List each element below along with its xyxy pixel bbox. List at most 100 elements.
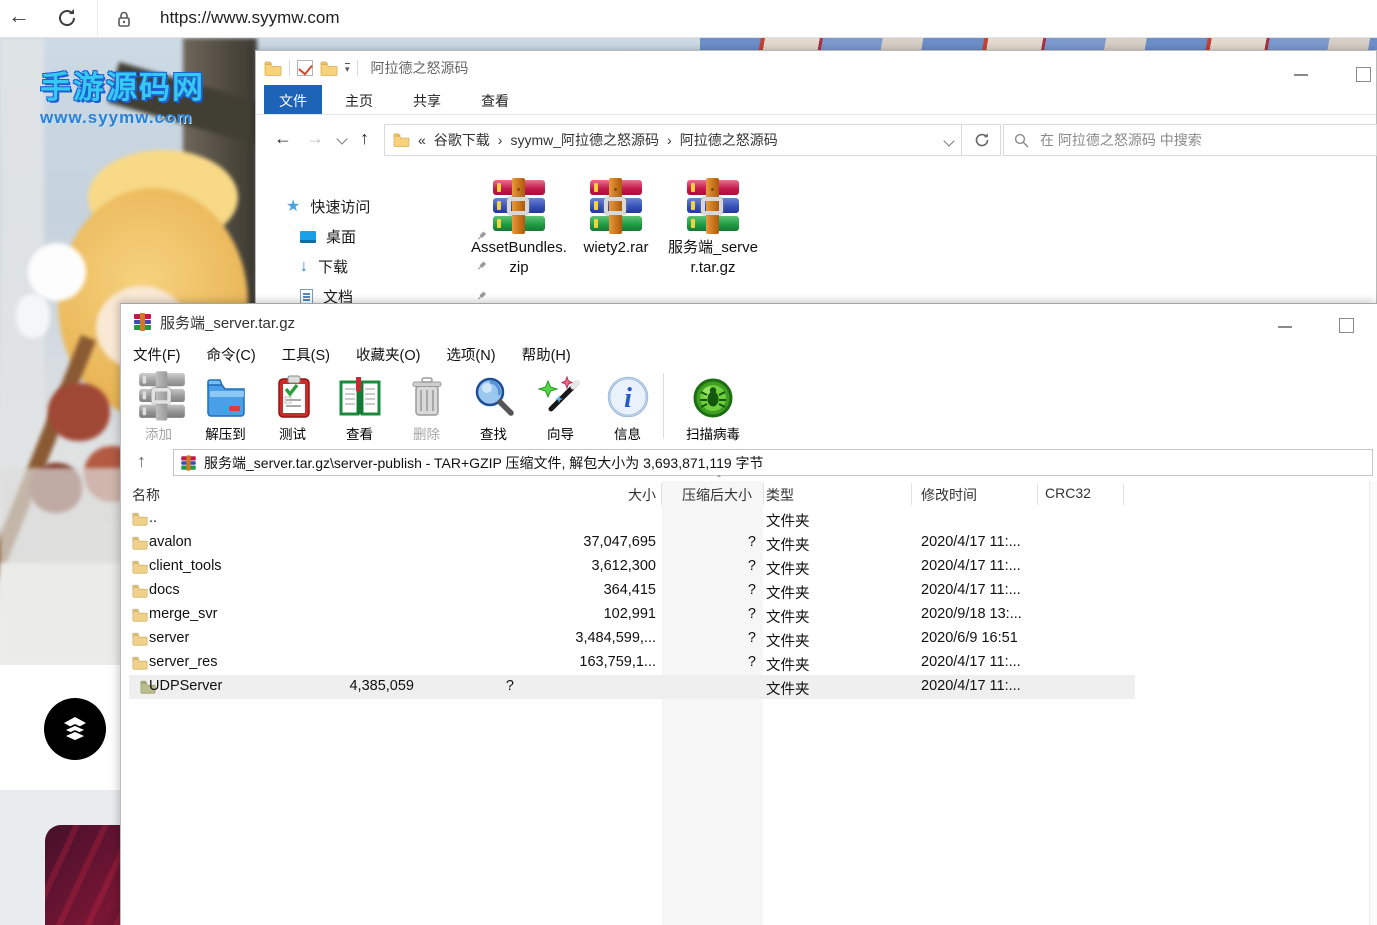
tab-view[interactable]: 查看 <box>464 85 526 114</box>
view-icon <box>336 373 384 421</box>
test-icon <box>269 373 317 421</box>
sidebar-item-desktop[interactable]: 桌面 <box>300 226 480 247</box>
extract-to-icon <box>202 373 250 421</box>
browser-refresh-icon[interactable] <box>56 7 78 34</box>
nav-forward-icon[interactable]: → <box>306 128 324 149</box>
scan-virus-button[interactable]: 扫描病毒 <box>670 369 756 443</box>
tab-share[interactable]: 共享 <box>396 85 458 114</box>
winrar-window: 服务端_server.tar.gz 文件(F) 命令(C) 工具(S) 收藏夹(… <box>120 303 1377 925</box>
breadcrumb-item[interactable]: syymw_阿拉德之怒源码 <box>510 130 659 150</box>
menu-options[interactable]: 选项(N) <box>446 344 495 365</box>
winrar-up-icon[interactable]: ↑ <box>137 451 146 472</box>
address-dropdown-chevron-icon[interactable] <box>943 135 954 146</box>
cell-modified: 2020/4/17 11:... <box>921 654 1021 670</box>
file-label: 服务端_server.tar.gz <box>665 238 761 278</box>
menu-tools[interactable]: 工具(S) <box>282 344 330 365</box>
menu-favorites[interactable]: 收藏夹(O) <box>356 344 420 365</box>
delete-button[interactable]: 删除 <box>393 369 460 443</box>
file-server-targz[interactable]: 服务端_server.tar.gz <box>665 180 761 278</box>
file-wiety2-rar[interactable]: wiety2.rar <box>568 180 664 258</box>
column-header-type[interactable]: 类型 <box>766 485 794 505</box>
table-row[interactable]: server_res 163,759,1... ? 文件夹 2020/4/17 … <box>121 651 1377 675</box>
explorer-titlebar[interactable]: ▾ 阿拉德之怒源码 <box>256 51 1376 85</box>
nav-up-icon[interactable]: ↑ <box>360 128 369 149</box>
browser-address-bar[interactable]: https://www.syymw.com <box>97 0 1377 38</box>
table-row[interactable]: client_tools 3,612,300 ? 文件夹 2020/4/17 1… <box>121 555 1377 579</box>
wizard-button[interactable]: 向导 <box>527 369 594 443</box>
breadcrumb-separator: › <box>498 132 503 148</box>
cell-name: server <box>149 630 189 646</box>
folder-icon <box>132 608 148 626</box>
sidebar-item-quick-access[interactable]: ★ 快速访问 <box>286 196 370 217</box>
breadcrumb-home-glyph[interactable]: « <box>418 132 426 148</box>
breadcrumb-item-current[interactable]: 阿拉德之怒源码 <box>680 130 778 150</box>
search-input[interactable] <box>1038 131 1338 149</box>
nav-history-chevron-icon[interactable] <box>336 133 347 144</box>
extract-to-button[interactable]: 解压到 <box>192 369 259 443</box>
toolbar-dropdown-icon[interactable]: ▾ <box>345 63 350 73</box>
winrar-menubar: 文件(F) 命令(C) 工具(S) 收藏夹(O) 选项(N) 帮助(H) <box>121 340 1377 369</box>
menu-file[interactable]: 文件(F) <box>133 344 181 365</box>
winrar-titlebar[interactable]: 服务端_server.tar.gz <box>121 304 1377 340</box>
explorer-window-title: 阿拉德之怒源码 <box>371 58 469 78</box>
tab-home[interactable]: 主页 <box>328 85 390 114</box>
rar-archive-icon <box>492 180 546 232</box>
menu-help[interactable]: 帮助(H) <box>522 344 571 365</box>
table-row[interactable]: merge_svr 102,991 ? 文件夹 2020/9/18 13:... <box>121 603 1377 627</box>
scrollbar-track[interactable] <box>1369 481 1377 925</box>
lock-icon <box>114 9 134 34</box>
nav-back-icon[interactable]: ← <box>274 128 292 149</box>
table-row[interactable]: avalon 37,047,695 ? 文件夹 2020/4/17 11:... <box>121 531 1377 555</box>
sidebar-item-downloads[interactable]: ↓ 下载 <box>300 256 480 277</box>
refresh-button[interactable] <box>963 124 1001 156</box>
cell-size: 163,759,1... <box>579 654 656 670</box>
column-header-name[interactable]: 名称 <box>132 485 160 505</box>
info-button[interactable]: i 信息 <box>594 369 661 443</box>
table-row-selected[interactable]: UDPServer 4,385,059 ? 文件夹 2020/4/17 11:.… <box>129 675 1135 699</box>
winrar-address-field[interactable]: 服务端_server.tar.gz\server-publish - TAR+G… <box>173 449 1373 476</box>
watermark-url: www.syymw.com <box>40 108 205 128</box>
quick-access-toolbar: ▾ 阿拉德之怒源码 <box>264 58 469 78</box>
cell-type: 文件夹 <box>766 678 810 699</box>
column-header-packed[interactable]: 压缩后大小 <box>682 485 752 505</box>
tab-file[interactable]: 文件 <box>264 85 322 114</box>
explorer-minimize-button[interactable] <box>1294 74 1308 76</box>
browser-back-icon[interactable]: ← <box>8 3 30 29</box>
folder-icon <box>132 512 148 530</box>
breadcrumb-item[interactable]: 谷歌下载 <box>434 130 490 150</box>
folder-icon <box>132 536 148 554</box>
new-folder-icon[interactable] <box>320 61 338 76</box>
divider <box>357 60 358 76</box>
rar-archive-icon <box>589 180 643 232</box>
downloads-icon: ↓ <box>300 260 308 274</box>
url-text[interactable]: https://www.syymw.com <box>160 8 339 28</box>
winrar-minimize-button[interactable] <box>1278 326 1292 328</box>
folder-icon[interactable] <box>264 61 282 76</box>
properties-check-icon[interactable] <box>297 60 313 76</box>
find-button[interactable]: 查找 <box>460 369 527 443</box>
archive-path-text: 服务端_server.tar.gz\server-publish - TAR+G… <box>204 453 764 473</box>
cell-type: 文件夹 <box>766 510 810 531</box>
winrar-maximize-button[interactable] <box>1339 318 1354 333</box>
explorer-address-bar[interactable]: « 谷歌下载 › syymw_阿拉德之怒源码 › 阿拉德之怒源码 <box>384 124 962 156</box>
file-assetbundles-zip[interactable]: AssetBundles.zip <box>471 180 567 278</box>
cell-modified: 2020/4/17 11:... <box>921 558 1021 574</box>
file-list-header: 名称 大小 ˆ 压缩后大小 类型 修改时间 CRC32 <box>121 481 1377 507</box>
add-button[interactable]: 添加 <box>125 369 192 443</box>
test-button[interactable]: 测试 <box>259 369 326 443</box>
cell-type: 文件夹 <box>766 606 810 627</box>
menu-commands[interactable]: 命令(C) <box>207 344 256 365</box>
cell-packed: ? <box>748 630 756 646</box>
explorer-maximize-button[interactable] <box>1356 67 1371 82</box>
explorer-search-box[interactable] <box>1003 124 1377 156</box>
column-header-modified[interactable]: 修改时间 <box>921 485 977 505</box>
view-button[interactable]: 查看 <box>326 369 393 443</box>
column-header-crc32[interactable]: CRC32 <box>1045 485 1091 501</box>
cell-type: 文件夹 <box>766 582 810 603</box>
table-row[interactable]: docs 364,415 ? 文件夹 2020/4/17 11:... <box>121 579 1377 603</box>
table-row[interactable]: .. 文件夹 <box>121 507 1377 531</box>
cell-packed: ? <box>506 678 514 694</box>
layers-fab-button[interactable] <box>44 698 106 760</box>
column-header-size[interactable]: 大小 <box>628 485 656 505</box>
table-row[interactable]: server 3,484,599,... ? 文件夹 2020/6/9 16:5… <box>121 627 1377 651</box>
